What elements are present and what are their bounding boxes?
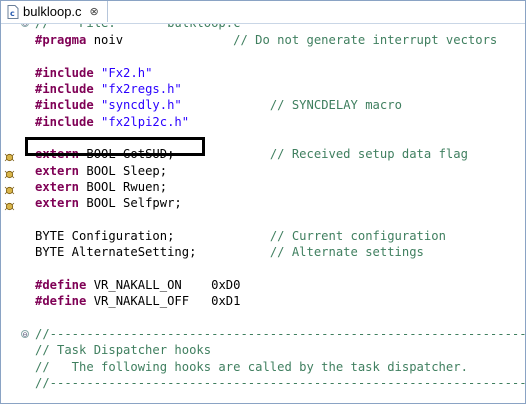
gutter	[1, 24, 17, 403]
code-line: //--------------------------------------…	[35, 326, 525, 342]
code-token: "fx2lpi2c.h"	[101, 115, 190, 129]
code-token: // Received setup data flag	[269, 147, 468, 161]
code-line: // Task Dispatcher hooks	[35, 342, 211, 358]
code-token: // SYNCDELAY macro	[269, 98, 402, 112]
code-editor[interactable]: // File: bulkloop.c #pragma noiv // Do no…	[1, 24, 525, 403]
code-token: // File: bulkloop.c	[35, 24, 240, 30]
code-line: //--------------------------------------…	[35, 375, 525, 391]
highlight-box	[25, 137, 205, 156]
code-token: VR_NAKALL_OFF 0xD1	[86, 294, 241, 308]
code-token: BYTE Configuration;	[35, 229, 270, 243]
editor-window: c bulkloop.c ⊗ // File: bulkloop.c #pragm…	[0, 0, 526, 404]
code-token: "Fx2.h"	[101, 66, 153, 80]
code-line: #include "fx2lpi2c.h"	[35, 114, 189, 130]
code-token: //--------------------------------------…	[35, 376, 525, 390]
code-token: extern	[35, 164, 80, 178]
code-token: BYTE AlternateSetting;	[35, 245, 270, 259]
code-line: #include "fx2regs.h"	[35, 81, 182, 97]
code-line: BYTE AlternateSetting; // Alternate sett…	[35, 244, 424, 260]
code-token: #define	[35, 278, 87, 292]
code-token: #pragma	[35, 33, 87, 47]
fold-toggle-icon[interactable]: ⊖	[21, 330, 29, 339]
code-line: extern BOOL Rwuen;	[35, 179, 167, 195]
code-line: #define VR_NAKALL_ON 0xD0	[35, 277, 240, 293]
code-token: #include	[35, 115, 94, 129]
close-icon[interactable]: ⊗	[90, 5, 99, 18]
code-line: #pragma noiv // Do not generate interrup…	[35, 32, 497, 48]
code-token: noiv	[86, 33, 234, 47]
code-token: BOOL Rwuen;	[79, 180, 168, 194]
code-token: //--------------------------------------…	[35, 327, 525, 341]
marker-icon[interactable]	[4, 181, 15, 195]
marker-icon[interactable]	[4, 148, 15, 162]
code-token: // Current configuration	[269, 229, 446, 243]
code-line: extern BOOL Sleep;	[35, 163, 167, 179]
code-token: VR_NAKALL_ON 0xD0	[86, 278, 241, 292]
c-file-icon: c	[7, 4, 19, 19]
code-token: "syncdly.h"	[101, 98, 182, 112]
code-token: extern	[35, 196, 80, 210]
code-line: #include "Fx2.h"	[35, 65, 152, 81]
code-token: // Task Dispatcher hooks	[35, 343, 212, 357]
code-token: #include	[35, 66, 94, 80]
code-line: #include "syncdly.h" // SYNCDELAY macro	[35, 97, 402, 113]
fold-toggle-icon[interactable]: ⊖	[21, 24, 29, 28]
tab-label: bulkloop.c	[23, 4, 82, 19]
code-token: #include	[35, 82, 94, 96]
code-token: BOOL Selfpwr;	[79, 196, 182, 210]
code-line: extern BOOL Selfpwr;	[35, 195, 182, 211]
code-token: #define	[35, 294, 87, 308]
marker-icon[interactable]	[4, 197, 15, 211]
code-token: BOOL Sleep;	[79, 164, 168, 178]
marker-icon[interactable]	[4, 165, 15, 179]
tab-bulkloop-c[interactable]: c bulkloop.c ⊗	[3, 1, 108, 22]
code-line: BYTE Configuration; // Current configura…	[35, 228, 446, 244]
code-line: // File: bulkloop.c	[35, 24, 240, 31]
code-token: extern	[35, 180, 80, 194]
code-line: // The following hooks are called by the…	[35, 359, 468, 375]
code-token: // Alternate settings	[269, 245, 424, 259]
code-token: #include	[35, 98, 94, 112]
code-token: "fx2regs.h"	[101, 82, 182, 96]
tab-bar: c bulkloop.c ⊗	[1, 1, 525, 24]
code-token: // The following hooks are called by the…	[35, 360, 468, 374]
code-line: #define VR_NAKALL_OFF 0xD1	[35, 293, 240, 309]
svg-text:c: c	[10, 9, 15, 18]
code-token: // Do not generate interrupt vectors	[233, 33, 498, 47]
